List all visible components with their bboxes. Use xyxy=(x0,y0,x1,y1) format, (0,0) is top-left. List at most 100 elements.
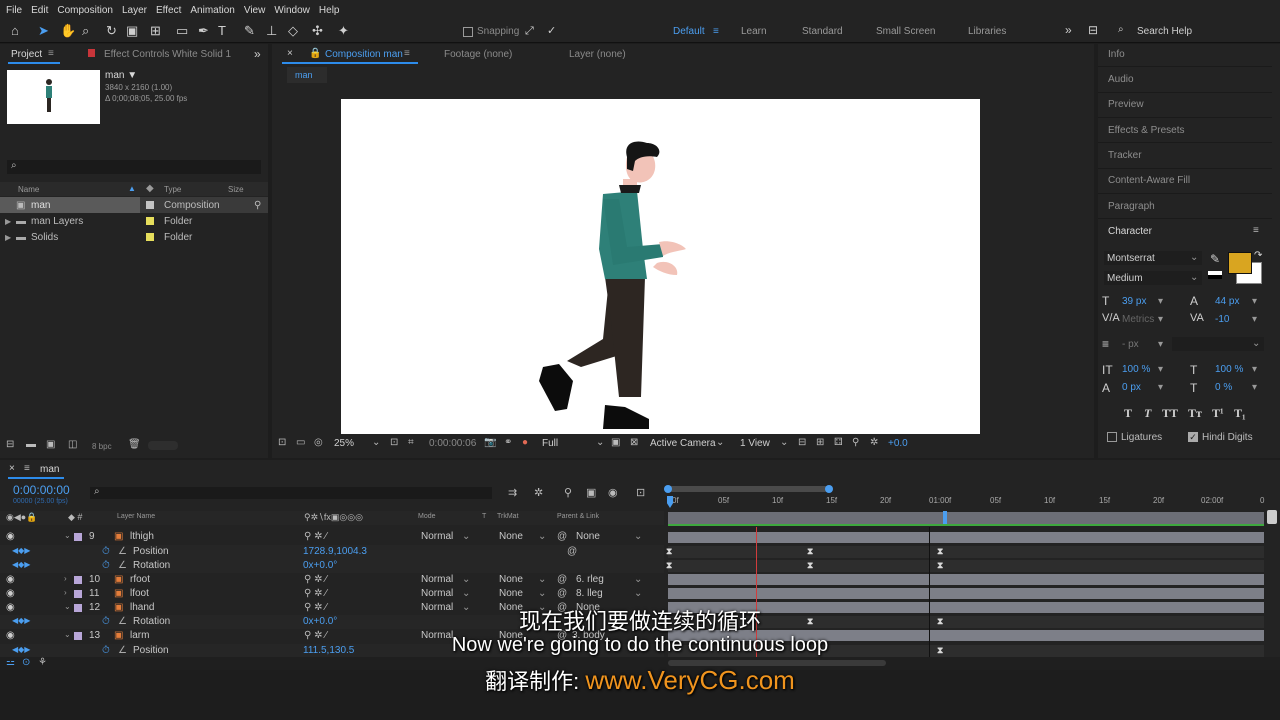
blend-mode-select[interactable]: Normal xyxy=(421,531,453,542)
column-layer-name[interactable]: Layer Name xyxy=(117,513,155,520)
flowchart-icon[interactable]: ⚲ xyxy=(254,200,261,211)
panel-character[interactable]: Character xyxy=(1108,226,1152,237)
project-menu-icon[interactable]: ≡ xyxy=(48,48,54,59)
chevron-down-icon[interactable]: ⌄ xyxy=(634,588,642,599)
workspace-small-screen[interactable]: Small Screen xyxy=(876,26,935,37)
flowchart-icon[interactable]: ⚲ xyxy=(852,437,859,448)
home-icon[interactable]: ⌂ xyxy=(11,23,19,39)
chevron-down-icon[interactable]: ⌄ xyxy=(716,437,724,448)
blend-mode-select[interactable]: Normal xyxy=(421,588,453,599)
menu-animation[interactable]: Animation xyxy=(190,5,234,16)
search-help-icon[interactable]: ⌕ xyxy=(1118,24,1124,35)
panel-effects-presets[interactable]: Effects & Presets xyxy=(1108,125,1185,136)
horizontal-scale-value[interactable]: 100 % xyxy=(1215,364,1243,375)
pick-whip-icon[interactable]: @ xyxy=(557,531,567,542)
workspace-standard[interactable]: Standard xyxy=(802,26,843,37)
search-help-input[interactable]: Search Help xyxy=(1137,26,1192,37)
workspace-libraries[interactable]: Libraries xyxy=(968,26,1006,37)
keyframe-nav-icon[interactable]: ◀◆▶ xyxy=(12,560,30,569)
transparency-grid-icon[interactable]: ▣ xyxy=(611,437,620,448)
chevron-down-icon[interactable]: ▾ xyxy=(1158,314,1163,325)
trkmat-select[interactable]: None xyxy=(499,574,523,585)
snap-feather-icon[interactable]: ✓ xyxy=(547,23,556,39)
layer-duration-bar[interactable] xyxy=(668,532,1264,543)
project-item[interactable]: ▶ ▬ man Layers Folder xyxy=(0,213,268,229)
column-parent[interactable]: Parent & Link xyxy=(557,513,599,520)
hindi-digits-checkbox[interactable]: ✓ xyxy=(1188,432,1198,442)
menu-help[interactable]: Help xyxy=(319,5,340,16)
fit-icon[interactable]: ⊡ xyxy=(390,437,398,448)
chevron-down-icon[interactable]: ▾ xyxy=(1158,339,1163,350)
exposure-value[interactable]: +0.0 xyxy=(888,438,908,449)
camera-select[interactable]: Active Camera xyxy=(650,438,716,449)
chevron-down-icon[interactable]: ⌄ xyxy=(538,531,546,542)
hand-tool-icon[interactable]: ✋ xyxy=(60,23,76,39)
trkmat-select[interactable]: None xyxy=(499,531,523,542)
chevron-down-icon[interactable]: ▾ xyxy=(1158,296,1163,307)
switches-icons[interactable]: ⚲✲∖fx▣◎◎◎ xyxy=(304,512,363,523)
region-of-interest-icon[interactable]: ▭ xyxy=(296,437,305,448)
chevron-down-icon[interactable]: ▾ xyxy=(1158,382,1163,393)
property-value[interactable]: 1728.9,1004.3 xyxy=(303,546,367,557)
chevron-down-icon[interactable]: ⌄ xyxy=(538,574,546,585)
layer-switches[interactable]: ⚲ ✲ ∕ xyxy=(304,531,327,542)
blend-mode-select[interactable]: Normal xyxy=(421,574,453,585)
sort-ascending-icon[interactable]: ▲ xyxy=(128,184,136,193)
chevron-down-icon[interactable]: ⌄ xyxy=(634,574,642,585)
small-caps-button[interactable]: Tт xyxy=(1188,406,1202,421)
parent-select[interactable]: 6. rleg xyxy=(576,574,604,585)
column-t[interactable]: T xyxy=(482,513,486,520)
viewer-timecode[interactable]: 0:00:00:06 xyxy=(429,438,476,449)
stopwatch-icon[interactable]: ⏱ xyxy=(102,560,110,571)
chevron-down-icon[interactable]: ▾ xyxy=(1158,364,1163,375)
stroke-type-select[interactable]: ⌄ xyxy=(1172,337,1264,351)
graph-icon[interactable]: ∠ xyxy=(118,560,127,571)
time-ruler[interactable]: 0f 05f 10f 15f 20f 01:00f 05f 10f 15f 20… xyxy=(664,482,1266,510)
menu-window[interactable]: Window xyxy=(274,5,310,16)
av-features-icon[interactable]: ◉◀●🔒 xyxy=(6,512,37,523)
chevron-down-icon[interactable]: ⌄ xyxy=(538,588,546,599)
menu-effect[interactable]: Effect xyxy=(156,5,181,16)
parent-select[interactable]: None xyxy=(576,531,600,542)
panel-paragraph[interactable]: Paragraph xyxy=(1108,201,1155,212)
toggle-pixel-aspect-icon[interactable]: ⊟ xyxy=(798,437,806,448)
project-item[interactable]: ▶ ▬ Solids Folder xyxy=(0,229,268,245)
all-caps-button[interactable]: TT xyxy=(1162,406,1178,421)
navigator-end-handle[interactable] xyxy=(825,485,833,493)
column-name[interactable]: Name xyxy=(18,185,39,194)
always-preview-icon[interactable]: ⊡ xyxy=(278,437,286,448)
disclosure-triangle-icon[interactable]: › xyxy=(64,588,67,597)
character-menu-icon[interactable]: ≡ xyxy=(1253,225,1259,236)
faux-bold-button[interactable]: T xyxy=(1124,406,1132,421)
keyframe-icon[interactable]: ⧗ xyxy=(807,546,813,557)
ligatures-checkbox[interactable] xyxy=(1107,432,1117,442)
zoom-select[interactable]: 25% xyxy=(334,438,354,449)
roto-brush-tool-icon[interactable]: ✣ xyxy=(312,23,323,39)
chevron-down-icon[interactable]: ⌄ xyxy=(372,437,380,448)
superscript-button[interactable]: T¹ xyxy=(1212,406,1224,421)
layer-row[interactable]: ◉ › 11 ▣ lfoot ⚲ ✲ ∕ Normal ⌄ None ⌄ @ 8… xyxy=(0,587,664,601)
new-composition-icon[interactable]: ▣ xyxy=(46,439,55,450)
chevron-down-icon[interactable]: ⌄ xyxy=(634,531,642,542)
workspace-learn[interactable]: Learn xyxy=(741,26,767,37)
selection-tool-icon[interactable]: ➤ xyxy=(38,23,49,39)
pan-behind-tool-icon[interactable]: ⊞ xyxy=(150,23,161,39)
layer-row[interactable]: ◉ › 10 ▣ rfoot ⚲ ✲ ∕ Normal ⌄ None ⌄ @ 6… xyxy=(0,573,664,587)
column-size[interactable]: Size xyxy=(228,185,244,194)
work-area-navigator[interactable] xyxy=(664,486,828,492)
layer-name[interactable]: lthigh xyxy=(130,531,154,542)
resolution-select[interactable]: Full xyxy=(542,438,558,449)
grid-guides-icon[interactable]: ◎ xyxy=(314,437,323,448)
label-swatch[interactable] xyxy=(146,233,154,241)
disclosure-triangle-icon[interactable]: ▶ xyxy=(5,217,11,226)
eraser-tool-icon[interactable]: ◇ xyxy=(288,23,298,39)
label-tag-icon[interactable]: ◆ xyxy=(146,183,154,194)
brush-tool-icon[interactable]: ✎ xyxy=(244,23,255,39)
toggle-mask-icon[interactable]: ⊠ xyxy=(630,437,638,448)
graph-icon[interactable]: ∠ xyxy=(118,546,127,557)
project-search-input[interactable]: ⌕ xyxy=(7,160,261,174)
work-area-bar[interactable] xyxy=(668,512,1264,524)
tab-project[interactable]: Project xyxy=(11,49,42,60)
fast-previews-icon[interactable]: ⊞ xyxy=(816,437,824,448)
show-snapshot-icon[interactable]: ⚭ xyxy=(504,437,512,448)
